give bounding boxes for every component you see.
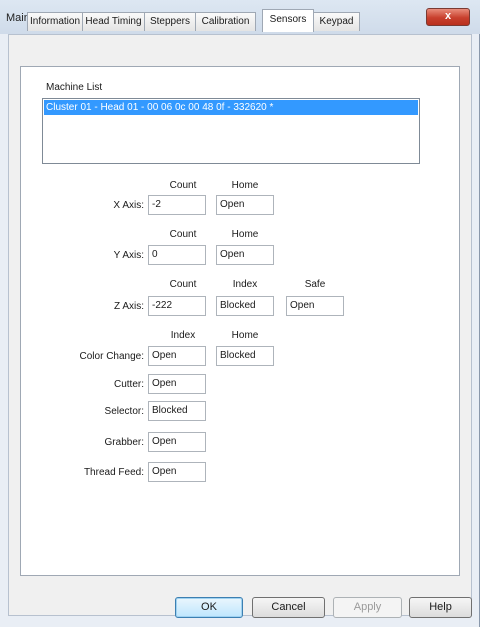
z-safe-header: Safe <box>304 279 326 290</box>
cutter-label: Cutter: <box>113 379 144 390</box>
z-count-field: -222 <box>148 296 206 316</box>
tab-calibration[interactable]: Calibration <box>195 12 256 31</box>
color-change-home-field: Blocked <box>216 346 274 366</box>
grabber-field: Open <box>148 432 206 452</box>
x-count-field: -2 <box>148 195 206 215</box>
grabber-label: Grabber: <box>104 437 144 448</box>
color-change-label: Color Change: <box>79 351 144 362</box>
color-change-index-header: Index <box>170 330 196 341</box>
y-axis-label: Y Axis: <box>113 250 144 261</box>
ok-button[interactable]: OK <box>175 597 243 618</box>
x-axis-label: X Axis: <box>113 200 144 211</box>
selector-label: Selector: <box>104 406 144 417</box>
z-index-field: Blocked <box>216 296 274 316</box>
list-item[interactable]: Cluster 01 - Head 01 - 00 06 0c 00 48 0f… <box>44 100 418 115</box>
color-change-home-header: Home <box>231 330 259 341</box>
y-count-field: 0 <box>148 245 206 265</box>
machine-list[interactable]: Cluster 01 - Head 01 - 00 06 0c 00 48 0f… <box>42 98 420 164</box>
y-home-header: Home <box>231 229 259 240</box>
tab-head-timing[interactable]: Head Timing <box>82 12 145 31</box>
z-safe-field: Open <box>286 296 344 316</box>
x-home-header: Home <box>231 180 259 191</box>
tab-keypad[interactable]: Keypad <box>313 12 360 31</box>
x-home-field: Open <box>216 195 274 215</box>
z-index-header: Index <box>232 279 258 290</box>
close-button[interactable]: x <box>426 8 470 26</box>
cancel-button[interactable]: Cancel <box>252 597 325 618</box>
maintenance-window: Maintenance x Information Head Timing St… <box>0 0 480 627</box>
selector-field: Blocked <box>148 401 206 421</box>
cutter-field: Open <box>148 374 206 394</box>
thread-feed-field: Open <box>148 462 206 482</box>
z-count-header: Count <box>169 279 197 290</box>
help-button[interactable]: Help <box>409 597 472 618</box>
tab-sensors[interactable]: Sensors <box>262 9 314 32</box>
tab-information[interactable]: Information <box>27 12 83 31</box>
y-count-header: Count <box>169 229 197 240</box>
y-home-field: Open <box>216 245 274 265</box>
thread-feed-label: Thread Feed: <box>83 467 144 478</box>
color-change-index-field: Open <box>148 346 206 366</box>
x-count-header: Count <box>169 180 197 191</box>
tab-steppers[interactable]: Steppers <box>144 12 196 31</box>
machine-list-label: Machine List <box>46 82 103 93</box>
z-axis-label: Z Axis: <box>113 301 144 312</box>
apply-button[interactable]: Apply <box>333 597 402 618</box>
close-icon: x <box>444 10 452 22</box>
